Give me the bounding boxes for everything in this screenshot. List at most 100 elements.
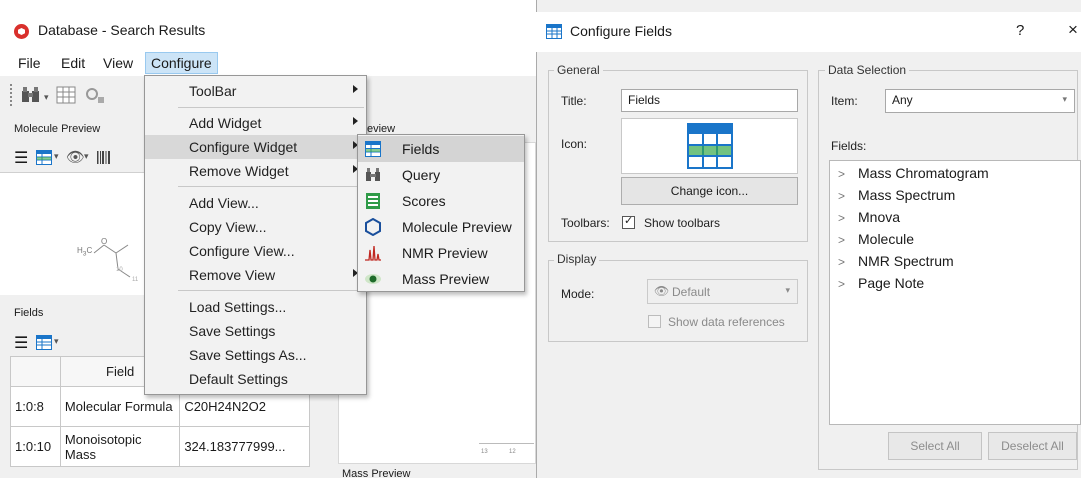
nmr-tick-label: 13 [481,449,488,455]
title-input[interactable]: Fields [621,89,798,112]
nmr-axis [479,443,534,444]
show-toolbars-checkbox[interactable]: ✓ [622,215,635,229]
refresh-search-icon[interactable] [84,85,106,105]
mode-select-value: Default [672,285,711,299]
submenu-arrow-icon [353,117,358,125]
atom-number: 11 [132,277,139,283]
eye-icon [365,274,381,284]
submenu-item-fields[interactable]: Fields [358,136,524,162]
submenu-item-scores[interactable]: Scores [358,188,524,214]
change-icon-button[interactable]: Change icon... [621,177,798,205]
molecule-preview-toolbar: ☰ ▾ 👁 ▾ [14,148,134,168]
submenu-item-nmr-preview[interactable]: NMR Preview [358,240,524,266]
app-logo-icon [14,24,29,39]
binoculars-icon [366,168,380,181]
tree-item[interactable]: > Molecule [838,231,914,247]
fields-grid-icon[interactable] [36,335,52,350]
configure-widget-submenu: Fields Query Scores Molecule Preview NMR… [357,134,525,292]
title-label: Title: [561,94,587,108]
submenu-item-query[interactable]: Query [358,162,524,188]
mode-label: Mode: [561,287,595,301]
dropdown-arrow-icon[interactable]: ▾ [54,151,59,162]
help-button[interactable]: ? [1016,22,1024,39]
configure-menu: ToolBar Add Widget Configure Widget Remo… [144,75,367,395]
field-name-cell: Monoisotopic Mass [59,426,181,467]
fields-toolbar: ☰ ▾ [14,333,74,353]
menu-item-copy-view[interactable]: Copy View... [145,215,366,239]
menu-item-add-widget[interactable]: Add Widget [145,111,366,135]
molecule-preview-title: Molecule Preview [14,123,101,135]
menu-item-configure-view[interactable]: Configure View... [145,239,366,263]
show-data-references-label: Show data references [668,315,785,329]
grid-icon[interactable] [56,85,78,105]
dropdown-arrow-icon[interactable]: ▾ [44,92,49,103]
table-header-cell[interactable] [10,356,61,387]
app-title: Database - Search Results [38,22,206,38]
menu-lines-icon[interactable]: ☰ [14,148,28,168]
chevron-down-icon: ▾ [785,285,790,295]
checkmark-icon: ✓ [624,215,634,227]
menu-item-add-view[interactable]: Add View... [145,191,366,215]
menu-file[interactable]: File [13,53,46,73]
tree-item[interactable]: > Mnova [838,209,900,225]
fields-grid-icon [687,123,733,169]
atom-label: O [101,237,108,246]
menu-item-default-settings[interactable]: Default Settings [145,367,366,391]
mode-select[interactable]: 👁 Default ▾ [647,279,798,304]
menu-separator [178,107,364,108]
table-row[interactable]: 1:0:10 Monoisotopic Mass 324.183777999..… [10,426,310,467]
select-all-button[interactable]: Select All [888,432,982,460]
item-select[interactable]: Any ▾ [885,89,1075,113]
row-id-cell: 1:0:10 [10,426,61,467]
menu-view[interactable]: View [98,53,138,73]
chevron-right-icon: > [838,233,846,247]
dropdown-arrow-icon[interactable]: ▾ [84,151,89,162]
eye-icon: 👁 [654,284,670,298]
menu-lines-icon[interactable]: ☰ [14,333,28,353]
show-data-references-checkbox[interactable] [648,315,661,328]
fields-grid-icon[interactable] [36,150,52,165]
menu-item-save-settings-as[interactable]: Save Settings As... [145,343,366,367]
barcode-icon[interactable] [96,150,112,165]
menu-item-remove-view[interactable]: Remove View [145,263,366,287]
field-value-cell: 324.183777999... [179,426,310,467]
scores-list-icon [366,193,380,209]
menu-item-toolbar[interactable]: ToolBar [145,79,366,103]
binoculars-icon[interactable] [20,85,42,105]
close-button[interactable]: × [1068,20,1078,40]
menu-item-remove-widget[interactable]: Remove Widget [145,159,366,183]
menu-separator [178,290,364,291]
tree-item[interactable]: > NMR Spectrum [838,253,954,269]
menu-item-load-settings[interactable]: Load Settings... [145,295,366,319]
menu-configure[interactable]: Configure [145,52,218,74]
atom-number: 10 [116,267,123,273]
chevron-right-icon: > [838,189,846,203]
dialog-title: Configure Fields [570,23,672,39]
tree-item[interactable]: > Mass Spectrum [838,187,955,203]
menu-edit[interactable]: Edit [56,53,90,73]
row-id-cell: 1:0:8 [10,386,61,427]
dropdown-arrow-icon[interactable]: ▾ [54,336,59,347]
submenu-item-molecule-preview[interactable]: Molecule Preview [358,214,524,240]
chevron-down-icon: ▾ [1062,94,1067,104]
fields-grid-icon [546,24,562,39]
display-group-title: Display [554,252,600,266]
chevron-right-icon: > [838,277,846,291]
nmr-peaks-icon [365,245,381,261]
toolbar-grip[interactable] [10,84,12,106]
general-group-title: General [554,63,603,77]
fields-grid-icon [365,141,381,157]
chevron-right-icon: > [838,255,846,269]
tree-item[interactable]: > Page Note [838,275,924,291]
chevron-right-icon: > [838,211,846,225]
eye-icon[interactable]: 👁 [66,148,85,166]
icon-label: Icon: [561,137,588,151]
tree-item[interactable]: > Mass Chromatogram [838,165,989,181]
submenu-item-mass-preview[interactable]: Mass Preview [358,266,524,292]
mass-preview-title: Mass Preview [342,468,411,480]
menu-item-save-settings[interactable]: Save Settings [145,319,366,343]
deselect-all-button[interactable]: Deselect All [988,432,1077,460]
item-select-value: Any [892,93,913,107]
menu-item-configure-widget[interactable]: Configure Widget [145,135,366,159]
chevron-right-icon: > [838,167,846,181]
